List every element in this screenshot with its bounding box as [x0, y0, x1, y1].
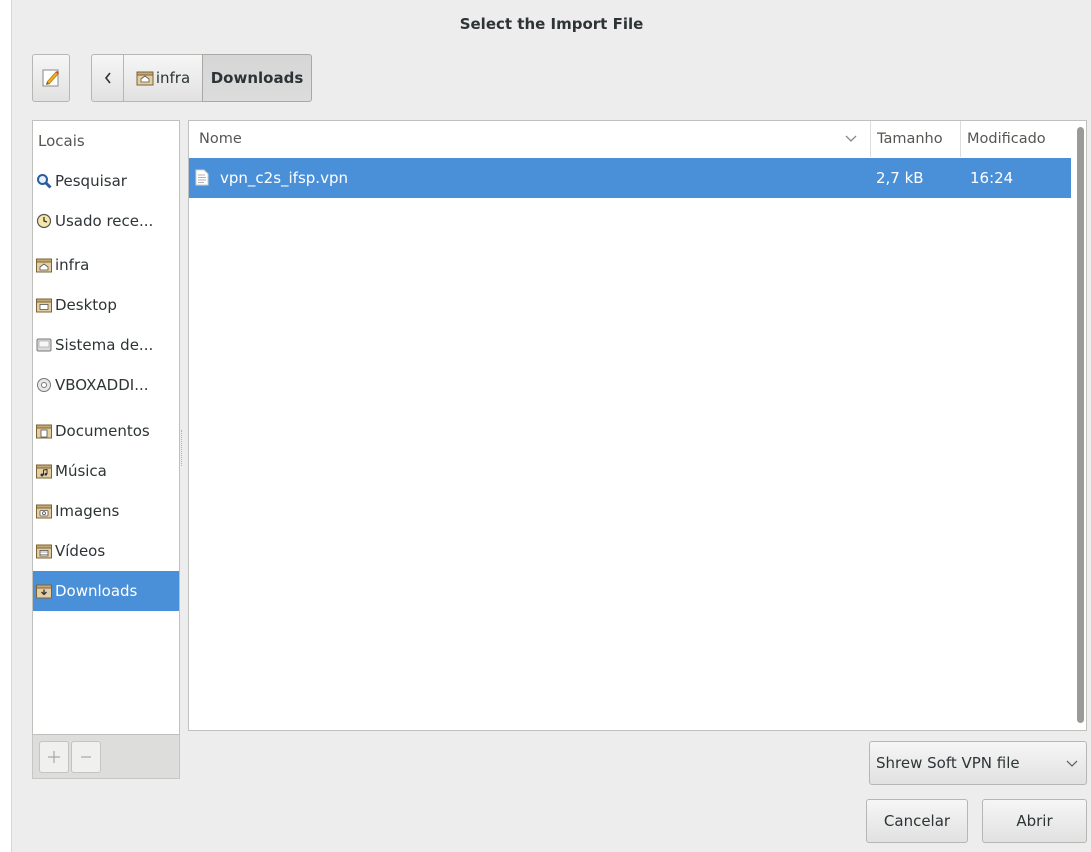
sidebar-item-label: Documentos — [55, 422, 150, 440]
documents-folder-icon — [36, 423, 52, 439]
sidebar-item-label: Vídeos — [55, 542, 106, 560]
vertical-scrollbar[interactable] — [1077, 127, 1084, 723]
column-header-size[interactable]: Tamanho — [870, 121, 961, 157]
breadcrumb-downloads-button[interactable]: Downloads — [202, 54, 312, 102]
remove-bookmark-icon — [81, 756, 91, 758]
filesystem-drive-icon — [36, 337, 52, 353]
search-icon — [36, 173, 52, 189]
sidebar-item-label: Desktop — [55, 296, 117, 314]
sidebar-item-label: Imagens — [55, 502, 120, 520]
add-bookmark-icon — [48, 751, 60, 763]
open-button[interactable]: Abrir — [982, 799, 1087, 843]
remove-bookmark-button[interactable] — [71, 741, 101, 773]
column-header-size-label: Tamanho — [877, 131, 943, 147]
open-button-label: Abrir — [1016, 812, 1053, 830]
recent-clock-icon — [36, 213, 52, 229]
breadcrumb-downloads-label: Downloads — [210, 69, 304, 87]
breadcrumb-infra-button[interactable]: infra — [123, 54, 203, 102]
file-filter-dropdown[interactable]: Shrew Soft VPN file — [869, 741, 1087, 785]
cancel-button-label: Cancelar — [883, 812, 951, 830]
sidebar-item-infra[interactable]: infra — [33, 245, 179, 285]
file-list: Nome Tamanho Modificado vpn_c2s_ifsp.vpn… — [188, 120, 1087, 731]
sidebar-item-label: Música — [55, 462, 107, 480]
sidebar-footer — [32, 735, 180, 779]
chevron-left-icon — [104, 72, 111, 84]
file-name: vpn_c2s_ifsp.vpn — [220, 169, 348, 187]
sidebar-header: Locais — [33, 121, 184, 161]
sidebar-item-videos[interactable]: Vídeos — [33, 531, 179, 571]
sidebar-item-label: Usado rece... — [55, 212, 154, 230]
breadcrumb-infra-label: infra — [155, 69, 191, 87]
sidebar-item-label: VBOXADDI... — [55, 376, 149, 394]
column-header-name[interactable]: Nome — [189, 121, 869, 157]
desktop-folder-icon — [36, 297, 52, 313]
column-header-modified[interactable]: Modificado — [960, 121, 1073, 157]
sidebar-item-musica[interactable]: Música — [33, 451, 179, 491]
sidebar-item-vboxadditions[interactable]: VBOXADDI... — [33, 365, 179, 405]
sidebar-item-pesquisar[interactable]: Pesquisar — [33, 161, 179, 201]
pencil-note-icon — [42, 69, 59, 87]
sidebar-item-documentos[interactable]: Documentos — [33, 411, 179, 451]
sidebar-item-downloads[interactable]: Downloads — [33, 571, 179, 611]
window-left-edge — [0, 0, 12, 852]
table-row[interactable]: vpn_c2s_ifsp.vpn 2,7 kB 16:24 — [189, 158, 1071, 198]
sidebar-item-imagens[interactable]: Imagens — [33, 491, 179, 531]
sidebar-item-filesystem[interactable]: Sistema de... — [33, 325, 179, 365]
column-header-name-label: Nome — [199, 131, 242, 147]
optical-disc-icon — [36, 377, 52, 393]
sidebar-item-desktop[interactable]: Desktop — [33, 285, 179, 325]
back-button[interactable] — [91, 54, 124, 102]
sidebar-item-label: infra — [55, 256, 90, 274]
pane-resize-handle[interactable] — [181, 430, 184, 466]
dialog-title: Select the Import File — [459, 15, 644, 33]
videos-folder-icon — [36, 543, 52, 559]
sidebar-item-label: Pesquisar — [55, 172, 127, 190]
add-bookmark-button[interactable] — [39, 741, 69, 773]
home-folder-icon — [36, 257, 52, 273]
downloads-folder-icon — [36, 583, 52, 599]
file-filter-label: Shrew Soft VPN file — [876, 754, 1020, 772]
home-folder-icon — [136, 71, 154, 86]
music-folder-icon — [36, 463, 52, 479]
sidebar-item-recent[interactable]: Usado rece... — [33, 201, 179, 241]
sidebar-item-label: Downloads — [55, 582, 138, 600]
type-location-button[interactable] — [32, 54, 70, 102]
chevron-down-icon — [845, 135, 857, 142]
file-modified: 16:24 — [970, 169, 1014, 187]
column-header-modified-label: Modificado — [967, 131, 1046, 147]
sidebar-item-label: Sistema de... — [55, 336, 154, 354]
chevron-down-icon — [1066, 760, 1078, 767]
pictures-folder-icon — [36, 503, 52, 519]
cancel-button[interactable]: Cancelar — [866, 799, 968, 843]
file-size: 2,7 kB — [876, 169, 924, 187]
text-file-icon — [195, 169, 209, 186]
sidebar-header-label: Locais — [38, 132, 85, 150]
places-sidebar: Locais Pesquisar Usado rece... infra Des… — [32, 120, 180, 735]
